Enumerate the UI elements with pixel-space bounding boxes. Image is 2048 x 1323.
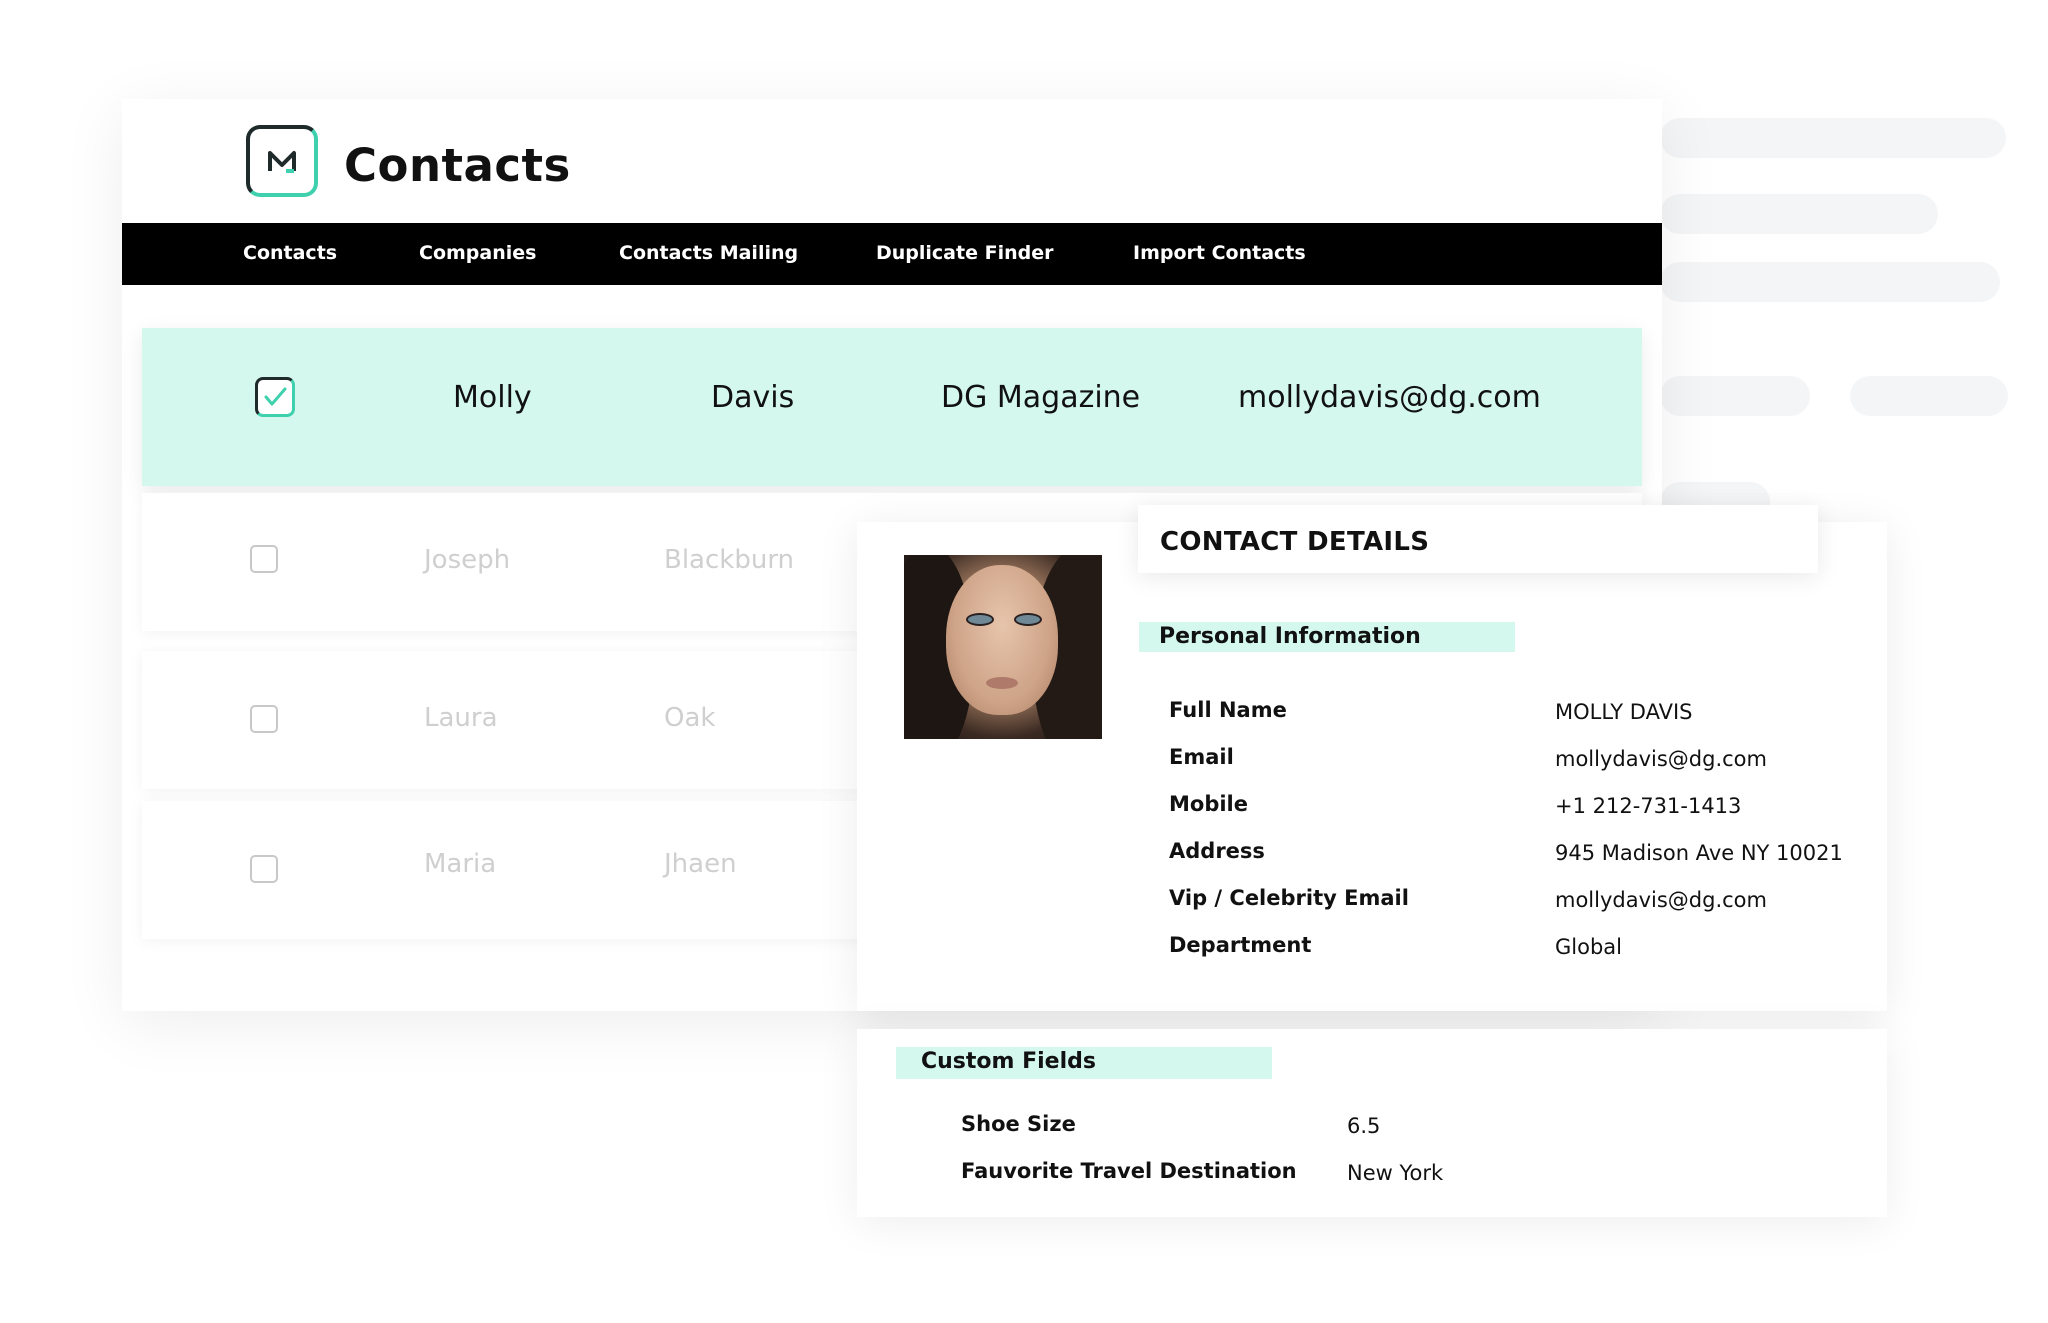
last-name-cell: Oak [664,703,716,733]
decorative-bar [1660,194,1938,234]
decorative-bar [1850,376,2008,416]
main-navbar: Contacts Companies Contacts Mailing Dupl… [122,223,1662,285]
decorative-bar [1660,262,2000,302]
field-value-mobile: +1 212-731-1413 [1555,794,1742,818]
first-name-cell: Laura [424,703,498,733]
field-value-email: mollydavis@dg.com [1555,747,1767,771]
nav-item-contacts[interactable]: Contacts [243,242,337,264]
contact-details-title: CONTACT DETAILS [1160,527,1430,557]
field-label-department: Department [1169,933,1312,957]
field-value-shoe-size: 6.5 [1347,1114,1381,1138]
nav-item-companies[interactable]: Companies [419,242,536,264]
avatar-eye [966,613,994,626]
contact-details-header: CONTACT DETAILS [1138,505,1818,573]
decorative-bar [1660,376,1810,416]
field-label-email: Email [1169,745,1234,769]
field-label-mobile: Mobile [1169,792,1248,816]
field-label-shoe-size: Shoe Size [961,1112,1076,1136]
field-value-travel-destination: New York [1347,1161,1444,1185]
field-value-vip-email: mollydavis@dg.com [1555,888,1767,912]
nav-item-duplicate-finder[interactable]: Duplicate Finder [876,242,1053,264]
last-name-cell: Davis [711,380,795,415]
contact-avatar [904,555,1102,739]
field-value-full-name: MOLLY DAVIS [1555,700,1693,724]
field-label-address: Address [1169,839,1265,863]
page-title: Contacts [344,139,571,192]
first-name-cell: Molly [453,380,532,415]
nav-item-import-contacts[interactable]: Import Contacts [1133,242,1306,264]
field-value-department: Global [1555,935,1622,959]
personal-information-label: Personal Information [1139,622,1515,652]
row-checkbox[interactable] [250,705,278,733]
custom-fields-label: Custom Fields [896,1047,1272,1079]
decorative-bar [1660,118,2006,158]
row-checkbox[interactable] [250,855,278,883]
custom-fields-panel: Custom Fields Shoe Size 6.5 Fauvorite Tr… [857,1029,1887,1217]
last-name-cell: Blackburn [664,545,795,575]
nav-item-contacts-mailing[interactable]: Contacts Mailing [619,242,798,264]
field-label-full-name: Full Name [1169,698,1287,722]
field-label-vip-email: Vip / Celebrity Email [1169,886,1409,910]
row-checkbox[interactable] [255,377,295,417]
email-cell: mollydavis@dg.com [1238,380,1541,415]
avatar-lips [986,677,1018,689]
table-row[interactable]: Molly Davis DG Magazine mollydavis@dg.co… [142,328,1642,486]
m-logo-icon [246,125,318,197]
avatar-face [946,565,1058,715]
avatar-eye [1014,613,1042,626]
last-name-cell: Jhaen [664,849,737,879]
first-name-cell: Maria [424,849,497,879]
checkmark-icon [264,387,287,406]
row-checkbox[interactable] [250,545,278,573]
company-cell: DG Magazine [941,380,1141,415]
field-label-travel-destination: Fauvorite Travel Destination [961,1159,1297,1183]
field-value-address: 945 Madison Ave NY 10021 [1555,841,1843,865]
first-name-cell: Joseph [424,545,511,575]
